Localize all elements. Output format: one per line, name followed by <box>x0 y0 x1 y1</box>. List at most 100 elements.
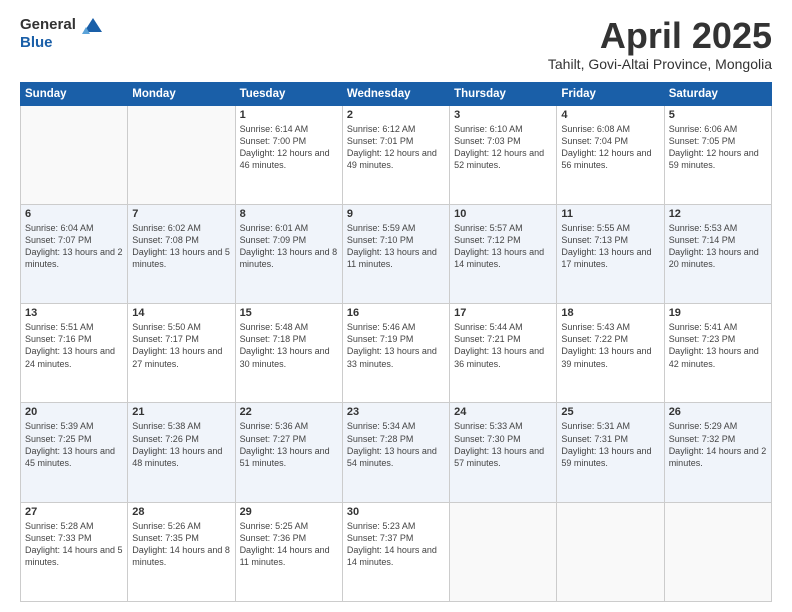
calendar-cell: 27 Sunrise: 5:28 AM Sunset: 7:33 PM Dayli… <box>21 502 128 601</box>
calendar-cell: 7 Sunrise: 6:02 AM Sunset: 7:08 PM Daylig… <box>128 204 235 303</box>
calendar-cell: 22 Sunrise: 5:36 AM Sunset: 7:27 PM Dayli… <box>235 403 342 502</box>
page: General Blue April 2025 Tahilt, Govi-Alt… <box>0 0 792 612</box>
logo-blue: Blue <box>20 34 104 52</box>
day-number: 13 <box>25 307 123 319</box>
calendar-cell: 11 Sunrise: 5:55 AM Sunset: 7:13 PM Dayli… <box>557 204 664 303</box>
day-number: 11 <box>561 208 659 220</box>
day-info: Sunrise: 5:26 AM Sunset: 7:35 PM Dayligh… <box>132 520 230 569</box>
day-info: Sunrise: 6:02 AM Sunset: 7:08 PM Dayligh… <box>132 222 230 271</box>
calendar-cell: 12 Sunrise: 5:53 AM Sunset: 7:14 PM Dayli… <box>664 204 771 303</box>
calendar-cell: 30Sunrise: 5:23 AM Sunset: 7:37 PM Dayli… <box>342 502 449 601</box>
calendar-cell: 19Sunrise: 5:41 AM Sunset: 7:23 PM Dayli… <box>664 304 771 403</box>
calendar-cell: 8 Sunrise: 6:01 AM Sunset: 7:09 PM Daylig… <box>235 204 342 303</box>
day-info: Sunrise: 5:23 AM Sunset: 7:37 PM Dayligh… <box>347 520 445 569</box>
calendar-cell: 1 Sunrise: 6:14 AM Sunset: 7:00 PM Daylig… <box>235 105 342 204</box>
day-info: Sunrise: 5:36 AM Sunset: 7:27 PM Dayligh… <box>240 420 338 469</box>
day-number: 7 <box>132 208 230 220</box>
calendar-cell <box>128 105 235 204</box>
calendar-week-row: 27 Sunrise: 5:28 AM Sunset: 7:33 PM Dayli… <box>21 502 772 601</box>
calendar-body: 1 Sunrise: 6:14 AM Sunset: 7:00 PM Daylig… <box>21 105 772 601</box>
day-info: Sunrise: 6:12 AM Sunset: 7:01 PM Dayligh… <box>347 123 445 172</box>
day-info: Sunrise: 6:04 AM Sunset: 7:07 PM Dayligh… <box>25 222 123 271</box>
location-title: Tahilt, Govi-Altai Province, Mongolia <box>548 56 772 72</box>
day-info: Sunrise: 5:34 AM Sunset: 7:28 PM Dayligh… <box>347 420 445 469</box>
day-number: 3 <box>454 109 552 121</box>
day-number: 29 <box>240 506 338 518</box>
day-info: Sunrise: 5:33 AM Sunset: 7:30 PM Dayligh… <box>454 420 552 469</box>
day-info: Sunrise: 6:14 AM Sunset: 7:00 PM Dayligh… <box>240 123 338 172</box>
day-info: Sunrise: 5:46 AM Sunset: 7:19 PM Dayligh… <box>347 321 445 370</box>
day-number: 20 <box>25 406 123 418</box>
day-number: 12 <box>669 208 767 220</box>
day-number: 1 <box>240 109 338 121</box>
weekday-header: Thursday <box>450 82 557 105</box>
calendar-cell: 26 Sunrise: 5:29 AM Sunset: 7:32 PM Dayli… <box>664 403 771 502</box>
day-info: Sunrise: 5:57 AM Sunset: 7:12 PM Dayligh… <box>454 222 552 271</box>
day-info: Sunrise: 5:43 AM Sunset: 7:22 PM Dayligh… <box>561 321 659 370</box>
calendar-cell <box>664 502 771 601</box>
calendar-cell: 6 Sunrise: 6:04 AM Sunset: 7:07 PM Daylig… <box>21 204 128 303</box>
day-number: 4 <box>561 109 659 121</box>
calendar-cell: 25Sunrise: 5:31 AM Sunset: 7:31 PM Dayli… <box>557 403 664 502</box>
day-info: Sunrise: 5:29 AM Sunset: 7:32 PM Dayligh… <box>669 420 767 469</box>
calendar-week-row: 6 Sunrise: 6:04 AM Sunset: 7:07 PM Daylig… <box>21 204 772 303</box>
day-info: Sunrise: 5:44 AM Sunset: 7:21 PM Dayligh… <box>454 321 552 370</box>
day-number: 26 <box>669 406 767 418</box>
weekday-header: Tuesday <box>235 82 342 105</box>
calendar-cell: 15 Sunrise: 5:48 AM Sunset: 7:18 PM Dayli… <box>235 304 342 403</box>
calendar-cell: 28 Sunrise: 5:26 AM Sunset: 7:35 PM Dayli… <box>128 502 235 601</box>
day-number: 23 <box>347 406 445 418</box>
weekday-header: Friday <box>557 82 664 105</box>
day-number: 6 <box>25 208 123 220</box>
day-number: 8 <box>240 208 338 220</box>
weekday-header: Sunday <box>21 82 128 105</box>
header: General Blue April 2025 Tahilt, Govi-Alt… <box>20 16 772 72</box>
calendar-cell: 29 Sunrise: 5:25 AM Sunset: 7:36 PM Dayli… <box>235 502 342 601</box>
day-number: 16 <box>347 307 445 319</box>
calendar-week-row: 13 Sunrise: 5:51 AM Sunset: 7:16 PM Dayli… <box>21 304 772 403</box>
day-number: 24 <box>454 406 552 418</box>
logo: General Blue <box>20 16 104 52</box>
day-info: Sunrise: 5:51 AM Sunset: 7:16 PM Dayligh… <box>25 321 123 370</box>
day-info: Sunrise: 5:39 AM Sunset: 7:25 PM Dayligh… <box>25 420 123 469</box>
calendar-cell: 14 Sunrise: 5:50 AM Sunset: 7:17 PM Dayli… <box>128 304 235 403</box>
day-info: Sunrise: 5:53 AM Sunset: 7:14 PM Dayligh… <box>669 222 767 271</box>
month-title: April 2025 <box>548 16 772 56</box>
day-number: 28 <box>132 506 230 518</box>
day-number: 18 <box>561 307 659 319</box>
weekday-header: Wednesday <box>342 82 449 105</box>
day-info: Sunrise: 6:06 AM Sunset: 7:05 PM Dayligh… <box>669 123 767 172</box>
day-info: Sunrise: 5:55 AM Sunset: 7:13 PM Dayligh… <box>561 222 659 271</box>
day-info: Sunrise: 5:31 AM Sunset: 7:31 PM Dayligh… <box>561 420 659 469</box>
day-number: 14 <box>132 307 230 319</box>
day-info: Sunrise: 5:41 AM Sunset: 7:23 PM Dayligh… <box>669 321 767 370</box>
day-number: 5 <box>669 109 767 121</box>
day-info: Sunrise: 6:08 AM Sunset: 7:04 PM Dayligh… <box>561 123 659 172</box>
calendar-cell: 2Sunrise: 6:12 AM Sunset: 7:01 PM Daylig… <box>342 105 449 204</box>
calendar-header-row: SundayMondayTuesdayWednesdayThursdayFrid… <box>21 82 772 105</box>
calendar-week-row: 20 Sunrise: 5:39 AM Sunset: 7:25 PM Dayli… <box>21 403 772 502</box>
day-info: Sunrise: 5:28 AM Sunset: 7:33 PM Dayligh… <box>25 520 123 569</box>
day-info: Sunrise: 5:59 AM Sunset: 7:10 PM Dayligh… <box>347 222 445 271</box>
day-number: 27 <box>25 506 123 518</box>
day-number: 22 <box>240 406 338 418</box>
day-info: Sunrise: 5:25 AM Sunset: 7:36 PM Dayligh… <box>240 520 338 569</box>
calendar-week-row: 1 Sunrise: 6:14 AM Sunset: 7:00 PM Daylig… <box>21 105 772 204</box>
day-number: 10 <box>454 208 552 220</box>
day-info: Sunrise: 5:38 AM Sunset: 7:26 PM Dayligh… <box>132 420 230 469</box>
calendar-cell: 3Sunrise: 6:10 AM Sunset: 7:03 PM Daylig… <box>450 105 557 204</box>
day-info: Sunrise: 5:48 AM Sunset: 7:18 PM Dayligh… <box>240 321 338 370</box>
calendar-table: SundayMondayTuesdayWednesdayThursdayFrid… <box>20 82 772 602</box>
calendar-cell: 24 Sunrise: 5:33 AM Sunset: 7:30 PM Dayli… <box>450 403 557 502</box>
day-number: 9 <box>347 208 445 220</box>
day-info: Sunrise: 5:50 AM Sunset: 7:17 PM Dayligh… <box>132 321 230 370</box>
calendar-cell <box>450 502 557 601</box>
day-number: 21 <box>132 406 230 418</box>
calendar-cell: 17Sunrise: 5:44 AM Sunset: 7:21 PM Dayli… <box>450 304 557 403</box>
calendar-cell: 21 Sunrise: 5:38 AM Sunset: 7:26 PM Dayli… <box>128 403 235 502</box>
calendar-cell: 16 Sunrise: 5:46 AM Sunset: 7:19 PM Dayli… <box>342 304 449 403</box>
title-block: April 2025 Tahilt, Govi-Altai Province, … <box>548 16 772 72</box>
calendar-cell: 9 Sunrise: 5:59 AM Sunset: 7:10 PM Daylig… <box>342 204 449 303</box>
day-number: 15 <box>240 307 338 319</box>
day-info: Sunrise: 6:01 AM Sunset: 7:09 PM Dayligh… <box>240 222 338 271</box>
